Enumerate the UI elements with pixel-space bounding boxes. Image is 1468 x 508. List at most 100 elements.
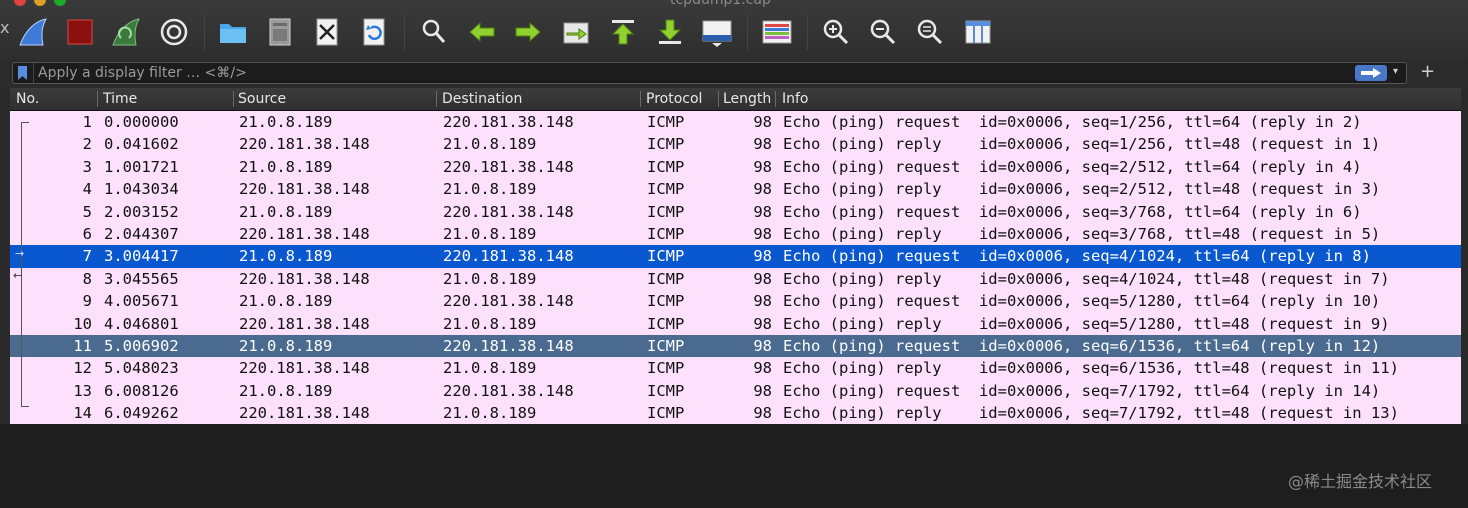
chevron-down-icon[interactable]: ▾: [1393, 66, 1398, 77]
packet-list-header: No. Time Source Destination Protocol Len…: [10, 88, 1461, 111]
colorize-button[interactable]: [760, 15, 794, 49]
cell-source: 220.181.38.148: [239, 269, 370, 288]
column-divider[interactable]: [436, 91, 437, 107]
packet-row[interactable]: 10 4.046801 220.181.38.148 21.0.8.189 IC…: [10, 312, 1461, 335]
cell-length: 98: [753, 247, 772, 266]
conversation-bracket-start: [21, 122, 29, 123]
cell-protocol: ICMP: [647, 157, 685, 176]
packet-row[interactable]: 14 6.049262 220.181.38.148 21.0.8.189 IC…: [10, 402, 1461, 425]
cell-destination: 220.181.38.148: [443, 336, 574, 355]
packet-row[interactable]: 3 1.001721 21.0.8.189 220.181.38.148 ICM…: [10, 155, 1461, 179]
cell-no: 8: [82, 269, 92, 288]
go-back-button[interactable]: [465, 15, 499, 49]
window-title: tcpdump1.cap: [670, 0, 771, 8]
cell-length: 98: [753, 359, 772, 378]
columns-icon: [965, 20, 991, 44]
packet-row[interactable]: 8 3.045565 220.181.38.148 21.0.8.189 ICM…: [10, 267, 1461, 291]
restart-capture-button[interactable]: [109, 15, 143, 49]
column-header-destination[interactable]: Destination: [442, 90, 638, 108]
minimize-window-dot[interactable]: [34, 0, 46, 6]
zoom-in-button[interactable]: [819, 15, 853, 49]
packet-row-selected[interactable]: 7 3.004417 21.0.8.189 220.181.38.148 ICM…: [10, 245, 1461, 268]
packet-row[interactable]: 6 2.044307 220.181.38.148 21.0.8.189 ICM…: [10, 222, 1461, 246]
cell-source: 220.181.38.148: [239, 180, 370, 199]
close-window-dot[interactable]: [14, 0, 26, 6]
zoom-window-dot[interactable]: [54, 0, 66, 6]
add-filter-button[interactable]: +: [1420, 61, 1435, 82]
cell-no: 5: [82, 202, 92, 221]
resize-columns-button[interactable]: [961, 15, 995, 49]
cell-length: 98: [753, 404, 772, 423]
packet-row[interactable]: 1 0.000000 21.0.8.189 220.181.38.148 ICM…: [10, 111, 1461, 134]
go-to-packet-button[interactable]: [559, 15, 593, 49]
cell-protocol: ICMP: [647, 202, 685, 221]
main-toolbar: tcpdump1.cap: [0, 0, 1468, 61]
packet-row[interactable]: 13 6.008126 21.0.8.189 220.181.38.148 IC…: [10, 379, 1461, 403]
column-divider[interactable]: [97, 91, 98, 107]
close-file-button[interactable]: [310, 15, 344, 49]
cell-destination: 220.181.38.148: [443, 202, 574, 221]
zoom-in-icon: [823, 19, 849, 45]
cell-time: 4.046801: [104, 314, 179, 333]
last-packet-button[interactable]: [653, 15, 687, 49]
column-header-source[interactable]: Source: [238, 90, 434, 108]
capture-options-button[interactable]: [157, 15, 191, 49]
column-header-info[interactable]: Info: [782, 90, 1382, 108]
cell-source: 21.0.8.189: [239, 157, 333, 176]
column-header-no[interactable]: No.: [16, 90, 96, 108]
apply-filter-button[interactable]: [1355, 65, 1387, 81]
column-header-protocol[interactable]: Protocol: [646, 90, 718, 108]
cell-time: 5.006902: [104, 336, 179, 355]
bookmark-icon[interactable]: [18, 66, 27, 80]
packet-row[interactable]: 9 4.005671 21.0.8.189 220.181.38.148 ICM…: [10, 290, 1461, 313]
cell-info: Echo (ping) reply id=0x0006, seq=6/1536,…: [783, 359, 1399, 378]
stop-capture-button[interactable]: [63, 15, 97, 49]
cell-source: 21.0.8.189: [239, 381, 333, 400]
cell-info: Echo (ping) reply id=0x0006, seq=2/512, …: [783, 180, 1381, 199]
column-divider[interactable]: [640, 91, 641, 107]
packet-row[interactable]: 12 5.048023 220.181.38.148 21.0.8.189 IC…: [10, 357, 1461, 380]
start-capture-button[interactable]: [16, 15, 50, 49]
cell-no: 6: [82, 224, 92, 243]
packet-row[interactable]: 5 2.003152 21.0.8.189 220.181.38.148 ICM…: [10, 200, 1461, 223]
open-file-button[interactable]: [216, 15, 250, 49]
cell-time: 4.005671: [104, 292, 179, 311]
reload-icon: [363, 18, 385, 46]
conversation-bracket: [21, 122, 22, 407]
zoom-out-button[interactable]: [866, 15, 900, 49]
go-forward-button[interactable]: [511, 15, 545, 49]
cell-protocol: ICMP: [647, 135, 685, 154]
cell-info: Echo (ping) reply id=0x0006, seq=1/256, …: [783, 135, 1381, 154]
packet-row-secondary-selected[interactable]: 11 5.006902 21.0.8.189 220.181.38.148 IC…: [10, 334, 1461, 358]
cell-destination: 21.0.8.189: [443, 359, 537, 378]
cell-no: 1: [82, 113, 92, 131]
cell-destination: 21.0.8.189: [443, 314, 537, 333]
cell-protocol: ICMP: [647, 404, 685, 423]
column-divider[interactable]: [718, 91, 719, 107]
cell-length: 98: [753, 292, 772, 311]
cell-length: 98: [753, 269, 772, 288]
save-file-button[interactable]: [263, 15, 297, 49]
auto-scroll-button[interactable]: [700, 15, 734, 49]
column-header-length[interactable]: Length: [723, 90, 773, 108]
column-header-time[interactable]: Time: [103, 90, 231, 108]
arrow-up-bar-icon: [611, 20, 635, 45]
cell-length: 98: [753, 180, 772, 199]
cell-length: 98: [753, 336, 772, 355]
toolbar-separator: [807, 14, 808, 50]
packet-row[interactable]: 4 1.043034 220.181.38.148 21.0.8.189 ICM…: [10, 178, 1461, 201]
zoom-reset-button[interactable]: [913, 15, 947, 49]
cell-length: 98: [753, 113, 772, 131]
first-packet-button[interactable]: [606, 15, 640, 49]
reload-file-button[interactable]: [357, 15, 391, 49]
column-divider[interactable]: [775, 91, 776, 107]
cell-source: 220.181.38.148: [239, 359, 370, 378]
cell-no: 4: [82, 180, 92, 199]
column-divider[interactable]: [233, 91, 234, 107]
cell-source: 220.181.38.148: [239, 404, 370, 423]
cell-protocol: ICMP: [647, 113, 685, 131]
display-filter-input[interactable]: [33, 63, 1362, 83]
packet-row[interactable]: 2 0.041602 220.181.38.148 21.0.8.189 ICM…: [10, 133, 1461, 156]
cell-destination: 21.0.8.189: [443, 269, 537, 288]
find-packet-button[interactable]: [417, 15, 451, 49]
